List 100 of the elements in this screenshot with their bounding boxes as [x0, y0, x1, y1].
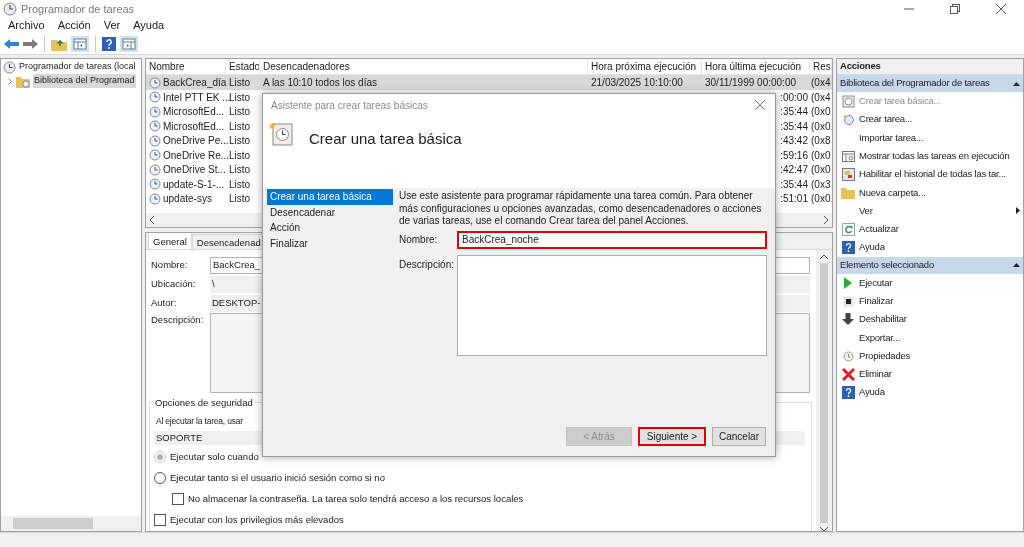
menu-item[interactable]: Archivo [8, 17, 45, 34]
table-cell-text: Intel PTT EK ... [163, 90, 231, 105]
column-header[interactable]: Hora próxima ejecución [591, 59, 697, 74]
close-icon[interactable] [755, 100, 765, 110]
field-label: Nombre: [399, 234, 438, 245]
down-arrow-icon [842, 313, 854, 326]
stop-icon [842, 295, 854, 307]
section-title: Biblioteca del Programador de tareas [840, 76, 990, 91]
action-item[interactable]: Deshabilitar [859, 312, 1020, 327]
option-label: Ejecutar con los privilegios más elevados [170, 512, 344, 527]
action-item[interactable]: Habilitar el historial de todas las tar... [859, 167, 1020, 182]
action-item[interactable]: Finalizar [859, 294, 1020, 309]
collapse-icon[interactable] [1013, 81, 1020, 86]
column-header[interactable]: Res [813, 59, 831, 74]
panel-title: Acciones [837, 59, 1023, 75]
table-cell-text: (0x8 [811, 134, 831, 148]
help-icon[interactable] [102, 36, 116, 51]
wizard-step[interactable]: Acción [267, 220, 393, 236]
column-header[interactable]: Nombre [149, 59, 185, 74]
clock-icon [149, 120, 161, 132]
wizard-button[interactable]: Cancelar [712, 427, 766, 446]
clock-icon [3, 2, 17, 16]
menu-item[interactable]: Ver [103, 17, 121, 34]
clock-icon [3, 60, 16, 74]
section-header[interactable]: Elemento seleccionado [837, 256, 1023, 274]
table-cell-text: Listo [229, 148, 251, 163]
option-label: No almacenar la contraseña. La tarea solo tendrá acceso a los recursos locales [188, 491, 524, 506]
table-cell-text: :00:00 [780, 90, 808, 105]
menu-item[interactable]: Acción [57, 17, 91, 34]
table-cell-text: :35:44 [780, 105, 808, 119]
submenu-arrow-icon[interactable] [1016, 207, 1020, 215]
table-cell-text: A las 10:10 todos los días [263, 76, 377, 90]
column-header[interactable]: Desencadenadores [263, 59, 350, 74]
name-input[interactable]: BackCrea_noche [457, 230, 767, 249]
table-cell-text: :51:01 [780, 192, 808, 206]
table-cell-text: :42:47 [780, 163, 808, 177]
menu-item[interactable]: Ayuda [133, 17, 165, 34]
clock-icon [149, 91, 161, 103]
panel-icon[interactable] [120, 35, 138, 52]
action-item[interactable]: Actualizar [859, 222, 1020, 237]
checkbox[interactable] [172, 492, 184, 505]
clock-icon [841, 112, 855, 126]
vertical-scrollbar[interactable] [816, 250, 832, 531]
action-item[interactable]: Ayuda [859, 385, 1020, 400]
dialog-title: Asistente para crear tareas básicas [271, 98, 428, 113]
table-cell-text: (0x0 [811, 192, 831, 206]
forward-arrow-icon[interactable] [23, 37, 38, 50]
table-cell-text: Listo [229, 163, 251, 177]
clock-icon [149, 163, 161, 176]
action-item[interactable]: Crear tarea... [859, 112, 1020, 127]
column-header[interactable]: Estado [229, 59, 259, 74]
intro-text: Use este asistente para programar rápidamente una tarea común. Para obtener más configuraciones u opciones avanzadas, como desencadenadores o acciones de varias tareas, use el comando Crear tarea del panel Acciones. [399, 190, 763, 228]
panel-icon[interactable] [71, 35, 89, 52]
table-cell-text: :59:16 [780, 148, 808, 163]
back-arrow-icon[interactable] [4, 37, 19, 50]
table-cell-text: BackCrea_día [163, 76, 227, 90]
action-item[interactable]: Ver [859, 203, 1016, 219]
wizard-step[interactable]: Crear una tarea básica [267, 189, 393, 205]
action-item[interactable]: Importar tarea... [859, 130, 1020, 145]
close-icon[interactable] [996, 4, 1006, 14]
wizard-button[interactable]: Siguiente > [638, 427, 706, 446]
maximize-icon[interactable] [950, 4, 960, 14]
table-cell-text: update-S-1-... [163, 177, 225, 192]
table-cell-text: :43:42 [780, 134, 808, 148]
table-cell-text: OneDrive Pe... [163, 134, 229, 148]
collapse-icon[interactable] [1013, 263, 1020, 268]
table-cell-text: OneDrive Re... [163, 148, 230, 163]
column-header[interactable]: Hora última ejecución [705, 59, 802, 74]
action-item[interactable]: Exportar... [859, 330, 1020, 345]
clock-icon [842, 350, 854, 362]
field-label: Descripción: [151, 314, 204, 325]
refresh-icon [841, 222, 855, 236]
field-label: Ubicación: [151, 277, 196, 289]
log-icon [841, 167, 855, 181]
table-cell-text: :35:44 [780, 119, 808, 134]
action-item[interactable]: Propiedades [859, 348, 1020, 364]
tab[interactable]: General [148, 233, 192, 249]
tree-item[interactable]: Biblioteca del Programad [33, 74, 136, 88]
option-label: Ejecutar solo cuando [170, 449, 259, 464]
section-header[interactable]: Biblioteca del Programador de tareas [837, 75, 1023, 92]
action-item[interactable]: Ejecutar [859, 275, 1020, 290]
folder-clock-icon [16, 74, 31, 88]
action-item[interactable]: Eliminar [859, 367, 1020, 382]
help-icon [841, 241, 855, 254]
table-cell-text: Listo [229, 134, 251, 148]
description-input[interactable] [457, 254, 767, 356]
window-list-icon [841, 149, 855, 163]
field-label: Descripción: [399, 258, 455, 270]
action-item[interactable]: Nueva carpeta... [859, 185, 1020, 200]
wizard-step[interactable]: Finalizar [267, 235, 393, 251]
action-item[interactable]: Ayuda [859, 240, 1020, 255]
action-item[interactable]: Mostrar todas las tareas en ejecución [859, 148, 1020, 164]
horizontal-scrollbar[interactable] [1, 516, 141, 531]
table-cell-text: (0x4 [811, 76, 831, 90]
table-cell-text: (0x3 [811, 177, 831, 192]
help-icon [841, 386, 855, 400]
tree-item[interactable]: Programador de tareas (local [18, 60, 137, 74]
checkbox[interactable] [154, 513, 166, 526]
wizard-step[interactable]: Desencadenar [267, 204, 393, 220]
table-cell-text: Listo [229, 192, 251, 206]
